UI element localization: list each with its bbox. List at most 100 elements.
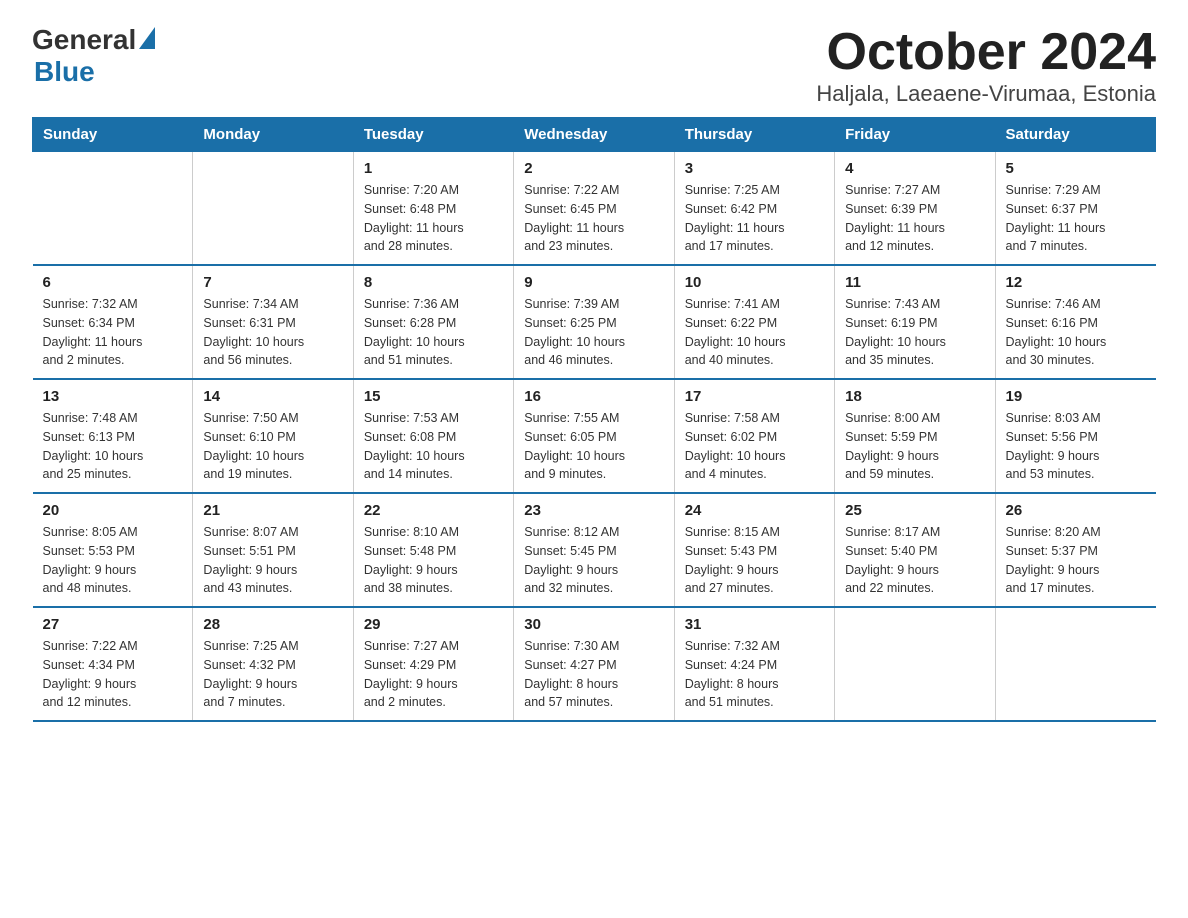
- day-info: Sunrise: 7:41 AM Sunset: 6:22 PM Dayligh…: [685, 295, 824, 370]
- day-number: 1: [364, 160, 503, 177]
- calendar-cell: 29Sunrise: 7:27 AM Sunset: 4:29 PM Dayli…: [353, 607, 513, 721]
- day-number: 12: [1006, 274, 1146, 291]
- calendar-cell: 14 Sunrise: 7:50 AM Sunset: 6:10 PM Dayli…: [193, 379, 353, 493]
- day-info: Sunrise: 7:29 AM Sunset: 6:37 PM Dayligh…: [1006, 181, 1146, 256]
- page-title: October 2024: [816, 24, 1156, 81]
- day-info: Sunrise: 7:53 AM Sunset: 6:08 PM Dayligh…: [364, 409, 503, 484]
- day-info: Sunrise: 7:32 AM Sunset: 4:24 PM Dayligh…: [685, 637, 824, 712]
- calendar-cell: [33, 152, 193, 266]
- day-number: 29: [364, 616, 503, 633]
- page-header: General Blue October 2024 Haljala, Laeae…: [32, 24, 1156, 107]
- calendar-cell: [995, 607, 1155, 721]
- day-number: 20: [43, 502, 183, 519]
- day-number: 5: [1006, 160, 1146, 177]
- day-number: 19: [1006, 388, 1146, 405]
- day-info: Sunrise: 7:27 AM Sunset: 6:39 PM Dayligh…: [845, 181, 984, 256]
- weekday-header: Thursday: [674, 118, 834, 152]
- calendar-cell: 25Sunrise: 8:17 AM Sunset: 5:40 PM Dayli…: [835, 493, 995, 607]
- calendar-cell: 5 Sunrise: 7:29 AM Sunset: 6:37 PM Daylig…: [995, 152, 1155, 266]
- day-info: Sunrise: 7:34 AM Sunset: 6:31 PM Dayligh…: [203, 295, 342, 370]
- logo-arrow-icon: [139, 27, 155, 49]
- calendar-week-row: 13Sunrise: 7:48 AM Sunset: 6:13 PM Dayli…: [33, 379, 1156, 493]
- day-info: Sunrise: 8:20 AM Sunset: 5:37 PM Dayligh…: [1006, 523, 1146, 598]
- calendar-cell: [193, 152, 353, 266]
- day-number: 9: [524, 274, 663, 291]
- logo: General Blue: [32, 24, 155, 88]
- day-info: Sunrise: 7:36 AM Sunset: 6:28 PM Dayligh…: [364, 295, 503, 370]
- calendar-cell: 10Sunrise: 7:41 AM Sunset: 6:22 PM Dayli…: [674, 265, 834, 379]
- day-number: 2: [524, 160, 663, 177]
- calendar-cell: 19 Sunrise: 8:03 AM Sunset: 5:56 PM Dayli…: [995, 379, 1155, 493]
- calendar-cell: 7 Sunrise: 7:34 AM Sunset: 6:31 PM Daylig…: [193, 265, 353, 379]
- page-subtitle: Haljala, Laeaene-Virumaa, Estonia: [816, 81, 1156, 107]
- calendar-cell: 27Sunrise: 7:22 AM Sunset: 4:34 PM Dayli…: [33, 607, 193, 721]
- day-number: 14: [203, 388, 342, 405]
- day-info: Sunrise: 8:00 AM Sunset: 5:59 PM Dayligh…: [845, 409, 984, 484]
- day-number: 3: [685, 160, 824, 177]
- day-info: Sunrise: 7:32 AM Sunset: 6:34 PM Dayligh…: [43, 295, 183, 370]
- day-number: 24: [685, 502, 824, 519]
- calendar-cell: 15Sunrise: 7:53 AM Sunset: 6:08 PM Dayli…: [353, 379, 513, 493]
- day-info: Sunrise: 7:22 AM Sunset: 4:34 PM Dayligh…: [43, 637, 183, 712]
- weekday-header: Tuesday: [353, 118, 513, 152]
- day-number: 22: [364, 502, 503, 519]
- day-info: Sunrise: 7:46 AM Sunset: 6:16 PM Dayligh…: [1006, 295, 1146, 370]
- calendar-cell: 13Sunrise: 7:48 AM Sunset: 6:13 PM Dayli…: [33, 379, 193, 493]
- calendar-cell: 12 Sunrise: 7:46 AM Sunset: 6:16 PM Dayli…: [995, 265, 1155, 379]
- calendar-header-row: SundayMondayTuesdayWednesdayThursdayFrid…: [33, 118, 1156, 152]
- calendar-cell: 30 Sunrise: 7:30 AM Sunset: 4:27 PM Dayli…: [514, 607, 674, 721]
- calendar-cell: 8Sunrise: 7:36 AM Sunset: 6:28 PM Daylig…: [353, 265, 513, 379]
- day-info: Sunrise: 7:30 AM Sunset: 4:27 PM Dayligh…: [524, 637, 663, 712]
- calendar-cell: 20 Sunrise: 8:05 AM Sunset: 5:53 PM Dayli…: [33, 493, 193, 607]
- day-info: Sunrise: 7:20 AM Sunset: 6:48 PM Dayligh…: [364, 181, 503, 256]
- day-number: 7: [203, 274, 342, 291]
- title-block: October 2024 Haljala, Laeaene-Virumaa, E…: [816, 24, 1156, 107]
- calendar-week-row: 27Sunrise: 7:22 AM Sunset: 4:34 PM Dayli…: [33, 607, 1156, 721]
- day-info: Sunrise: 7:48 AM Sunset: 6:13 PM Dayligh…: [43, 409, 183, 484]
- day-number: 21: [203, 502, 342, 519]
- calendar-cell: 21 Sunrise: 8:07 AM Sunset: 5:51 PM Dayli…: [193, 493, 353, 607]
- day-number: 31: [685, 616, 824, 633]
- day-info: Sunrise: 8:07 AM Sunset: 5:51 PM Dayligh…: [203, 523, 342, 598]
- day-number: 11: [845, 274, 984, 291]
- day-info: Sunrise: 7:50 AM Sunset: 6:10 PM Dayligh…: [203, 409, 342, 484]
- calendar-cell: 24Sunrise: 8:15 AM Sunset: 5:43 PM Dayli…: [674, 493, 834, 607]
- calendar-cell: 11Sunrise: 7:43 AM Sunset: 6:19 PM Dayli…: [835, 265, 995, 379]
- day-info: Sunrise: 8:05 AM Sunset: 5:53 PM Dayligh…: [43, 523, 183, 598]
- day-info: Sunrise: 7:55 AM Sunset: 6:05 PM Dayligh…: [524, 409, 663, 484]
- calendar-cell: 2 Sunrise: 7:22 AM Sunset: 6:45 PM Daylig…: [514, 152, 674, 266]
- day-info: Sunrise: 7:25 AM Sunset: 4:32 PM Dayligh…: [203, 637, 342, 712]
- calendar-cell: 6 Sunrise: 7:32 AM Sunset: 6:34 PM Daylig…: [33, 265, 193, 379]
- calendar-table: SundayMondayTuesdayWednesdayThursdayFrid…: [32, 117, 1156, 722]
- day-number: 17: [685, 388, 824, 405]
- weekday-header: Monday: [193, 118, 353, 152]
- calendar-cell: 18Sunrise: 8:00 AM Sunset: 5:59 PM Dayli…: [835, 379, 995, 493]
- logo-blue-text: Blue: [34, 56, 155, 88]
- day-info: Sunrise: 8:03 AM Sunset: 5:56 PM Dayligh…: [1006, 409, 1146, 484]
- day-info: Sunrise: 7:58 AM Sunset: 6:02 PM Dayligh…: [685, 409, 824, 484]
- day-info: Sunrise: 8:12 AM Sunset: 5:45 PM Dayligh…: [524, 523, 663, 598]
- day-number: 23: [524, 502, 663, 519]
- calendar-cell: 26Sunrise: 8:20 AM Sunset: 5:37 PM Dayli…: [995, 493, 1155, 607]
- calendar-week-row: 20 Sunrise: 8:05 AM Sunset: 5:53 PM Dayli…: [33, 493, 1156, 607]
- day-info: Sunrise: 7:25 AM Sunset: 6:42 PM Dayligh…: [685, 181, 824, 256]
- day-info: Sunrise: 7:39 AM Sunset: 6:25 PM Dayligh…: [524, 295, 663, 370]
- day-number: 4: [845, 160, 984, 177]
- day-number: 6: [43, 274, 183, 291]
- weekday-header: Friday: [835, 118, 995, 152]
- calendar-cell: 23 Sunrise: 8:12 AM Sunset: 5:45 PM Dayli…: [514, 493, 674, 607]
- calendar-cell: 28Sunrise: 7:25 AM Sunset: 4:32 PM Dayli…: [193, 607, 353, 721]
- calendar-cell: [835, 607, 995, 721]
- day-number: 25: [845, 502, 984, 519]
- weekday-header: Sunday: [33, 118, 193, 152]
- weekday-header: Saturday: [995, 118, 1155, 152]
- day-info: Sunrise: 8:10 AM Sunset: 5:48 PM Dayligh…: [364, 523, 503, 598]
- day-info: Sunrise: 7:22 AM Sunset: 6:45 PM Dayligh…: [524, 181, 663, 256]
- calendar-cell: 1 Sunrise: 7:20 AM Sunset: 6:48 PM Daylig…: [353, 152, 513, 266]
- day-number: 16: [524, 388, 663, 405]
- weekday-header: Wednesday: [514, 118, 674, 152]
- calendar-cell: 17 Sunrise: 7:58 AM Sunset: 6:02 PM Dayli…: [674, 379, 834, 493]
- day-number: 30: [524, 616, 663, 633]
- calendar-week-row: 6 Sunrise: 7:32 AM Sunset: 6:34 PM Daylig…: [33, 265, 1156, 379]
- calendar-week-row: 1 Sunrise: 7:20 AM Sunset: 6:48 PM Daylig…: [33, 152, 1156, 266]
